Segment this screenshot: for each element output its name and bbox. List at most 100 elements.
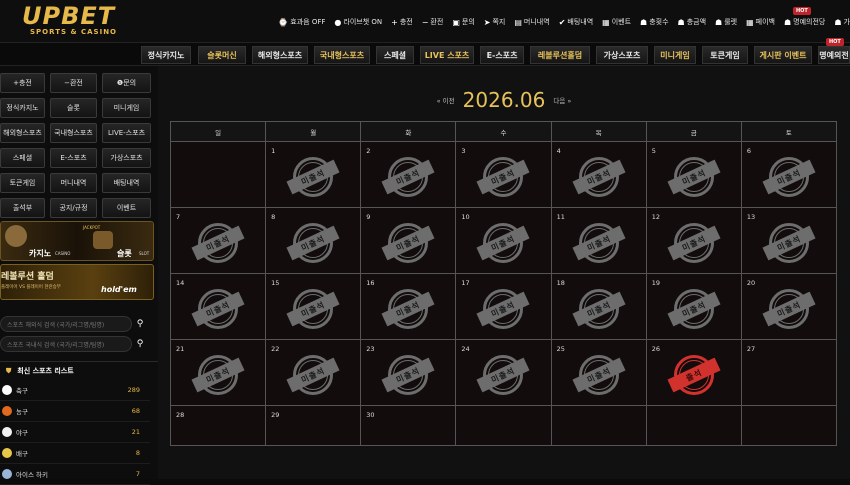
calendar-day: 16 미출석 [360,273,457,340]
slot-sublabel: SLOT [139,251,150,256]
game-nav-tab[interactable]: 토큰게임 [702,46,748,64]
sidebar-button[interactable]: +충전 [0,73,45,93]
topnav-item[interactable]: ☗ 가 [834,17,850,27]
weekday-header: 월 [265,121,362,142]
sidebar-button[interactable]: 머니내역 [50,173,97,193]
sidebar-button[interactable]: E-스포츠 [50,148,97,168]
search-icon[interactable]: ⚲ [133,317,147,331]
game-nav-tab[interactable]: 정식카지노 [141,46,191,64]
day-number: 14 [176,279,185,287]
topnav-label: 이벤트 [611,18,632,26]
sidebar-button[interactable]: 스페셜 [0,148,45,168]
topnav-item[interactable]: ▤ 머니내역 [514,17,549,27]
search-icon[interactable]: ⚲ [133,337,147,351]
weekday-header: 토 [740,121,838,142]
next-month-link[interactable]: 다음 » [553,95,571,105]
sport-list-item[interactable]: 농구 68 [0,401,150,422]
game-nav-tab[interactable]: 레볼루션홀덤 [530,46,590,64]
sidebar-button[interactable]: 국내형스포츠 [50,123,97,143]
roulette-icon: ☗ [715,17,723,27]
topnav-item[interactable]: ➤ 쪽지 [484,17,506,27]
logo[interactable]: UPBET SPORTS & CASINO [22,4,132,38]
game-nav-tab[interactable]: 슬롯머신 [198,46,246,64]
game-nav-tab[interactable]: 스페셜 [376,46,414,64]
sidebar-button[interactable]: 출석부 [0,198,45,218]
sport-list-item[interactable]: 아이스 하키 7 [0,464,150,485]
sport-list-item[interactable]: 야구 21 [0,422,150,443]
sidebar-button[interactable]: ❶문의 [102,73,151,93]
holdem-banner[interactable]: 레볼루션 홀덤 플레이어 VS 플레이어 현란승부 hold'em [0,264,154,300]
calendar-week: 28 29 30 [169,405,838,446]
day-number: 25 [556,345,565,353]
calendar-day: 27 [740,339,838,406]
weekday-header: 화 [360,121,457,142]
sidebar-button[interactable]: 슬롯 [50,98,97,118]
list-icon: ▤ [514,17,522,27]
sidebar-button[interactable]: 토큰게임 [0,173,45,193]
absent-stamp: 미출석 [572,288,626,329]
calendar-day: 22 미출석 [265,339,362,406]
topnav-label: 머니내역 [523,18,550,26]
topnav-item[interactable]: ● 라이브챗 ON [334,17,382,27]
coin-icon: ☗ [677,17,685,27]
sidebar-button[interactable]: 배팅내역 [102,173,151,193]
calendar-day [740,405,838,446]
topnav-item[interactable]: − 환전 [422,17,444,27]
game-nav-tab[interactable]: 가상스포츠 [596,46,648,64]
casino-slot-banner[interactable]: 카지노 CASINO JACKPOT 슬롯 SLOT [0,221,154,261]
absent-stamp: 미출석 [191,354,245,395]
game-nav-tab[interactable]: E-스포츠 [480,46,524,64]
absent-stamp: 미출석 [762,156,816,197]
prev-month-link[interactable]: « 이전 [437,95,455,105]
sidebar-button[interactable]: 가상스포츠 [102,148,151,168]
game-nav-tab[interactable]: LIVE 스포츠 [420,46,474,64]
absent-stamp: 미출석 [381,354,435,395]
game-nav-tab[interactable]: 해외형스포츠 [252,46,308,64]
absent-stamp: 미출석 [762,288,816,329]
topnav-item[interactable]: ☗ 명예의전당 [784,17,825,27]
topnav-item[interactable]: ▦ 이벤트 [602,17,631,27]
sidebar-button[interactable]: 공지/규정 [50,198,97,218]
sport-count: 289 [127,386,140,394]
topnav-item[interactable]: ▣ 문의 [452,17,474,27]
day-number: 22 [271,345,280,353]
topnav-item[interactable]: ✔ 배팅내역 [559,17,593,27]
search-input-overseas[interactable]: 스포츠 해외식 검색 (국가/리그명/팀명) [0,316,132,332]
game-nav-tab[interactable]: 게시판 이벤트 [754,46,812,64]
game-nav-tab[interactable]: 미니게임 [654,46,696,64]
calendar-day: 11 미출석 [550,207,647,274]
search-input-domestic[interactable]: 스포츠 국내식 검색 (국가/리그명/팀명) [0,336,132,352]
sidebar-button[interactable]: 정식카지노 [0,98,45,118]
day-number: 27 [746,345,756,353]
sidebar-button[interactable]: 해외형스포츠 [0,123,45,143]
topnav-item[interactable]: ⌚ 효과음 OFF [278,17,325,27]
game-nav-tab[interactable]: 명예의전 [818,46,850,64]
sidebar-button[interactable]: −환전 [50,73,97,93]
day-number: 15 [271,279,280,287]
topnav-item[interactable]: ☗ 룰렛 [715,17,737,27]
topnav-item[interactable]: ☗ 충횟수 [640,17,669,27]
sidebar: +충전 −환전 ❶문의정식카지노 슬롯 미니게임해외형스포츠 국내형스포츠 LIVE-스포츠… [0,66,158,485]
sport-name: 축구 [16,387,28,395]
absent-stamp: 미출석 [381,222,435,263]
sidebar-button[interactable]: 이벤트 [102,198,151,218]
banner-area: 카지노 CASINO JACKPOT 슬롯 SLOT 레볼루션 홀덤 플레이어 … [0,221,154,329]
absent-stamp: 미출석 [191,222,245,263]
day-number: 19 [651,279,660,287]
sport-list-item[interactable]: 배구 8 [0,443,150,464]
sport-ball-icon [2,448,12,458]
sport-ball-icon [2,385,12,395]
sidebar-button[interactable]: LIVE-스포츠 [102,123,151,143]
plus-icon: + [391,17,398,27]
day-number: 13 [746,213,756,221]
check-icon: ✔ [558,17,566,27]
topnav-item[interactable]: + 충전 [391,17,413,27]
topnav-item[interactable]: ▦ 페이백 [746,17,775,27]
topnav-item[interactable]: ☗ 충금액 [678,17,707,27]
calendar-day: 19 미출석 [645,273,742,340]
sidebar-button[interactable]: 미니게임 [102,98,151,118]
current-month: 2026.06 [462,88,546,112]
game-nav-tab[interactable]: 국내형스포츠 [314,46,370,64]
sport-list-item[interactable]: 축구 289 [0,380,150,401]
day-number: 23 [366,345,375,353]
